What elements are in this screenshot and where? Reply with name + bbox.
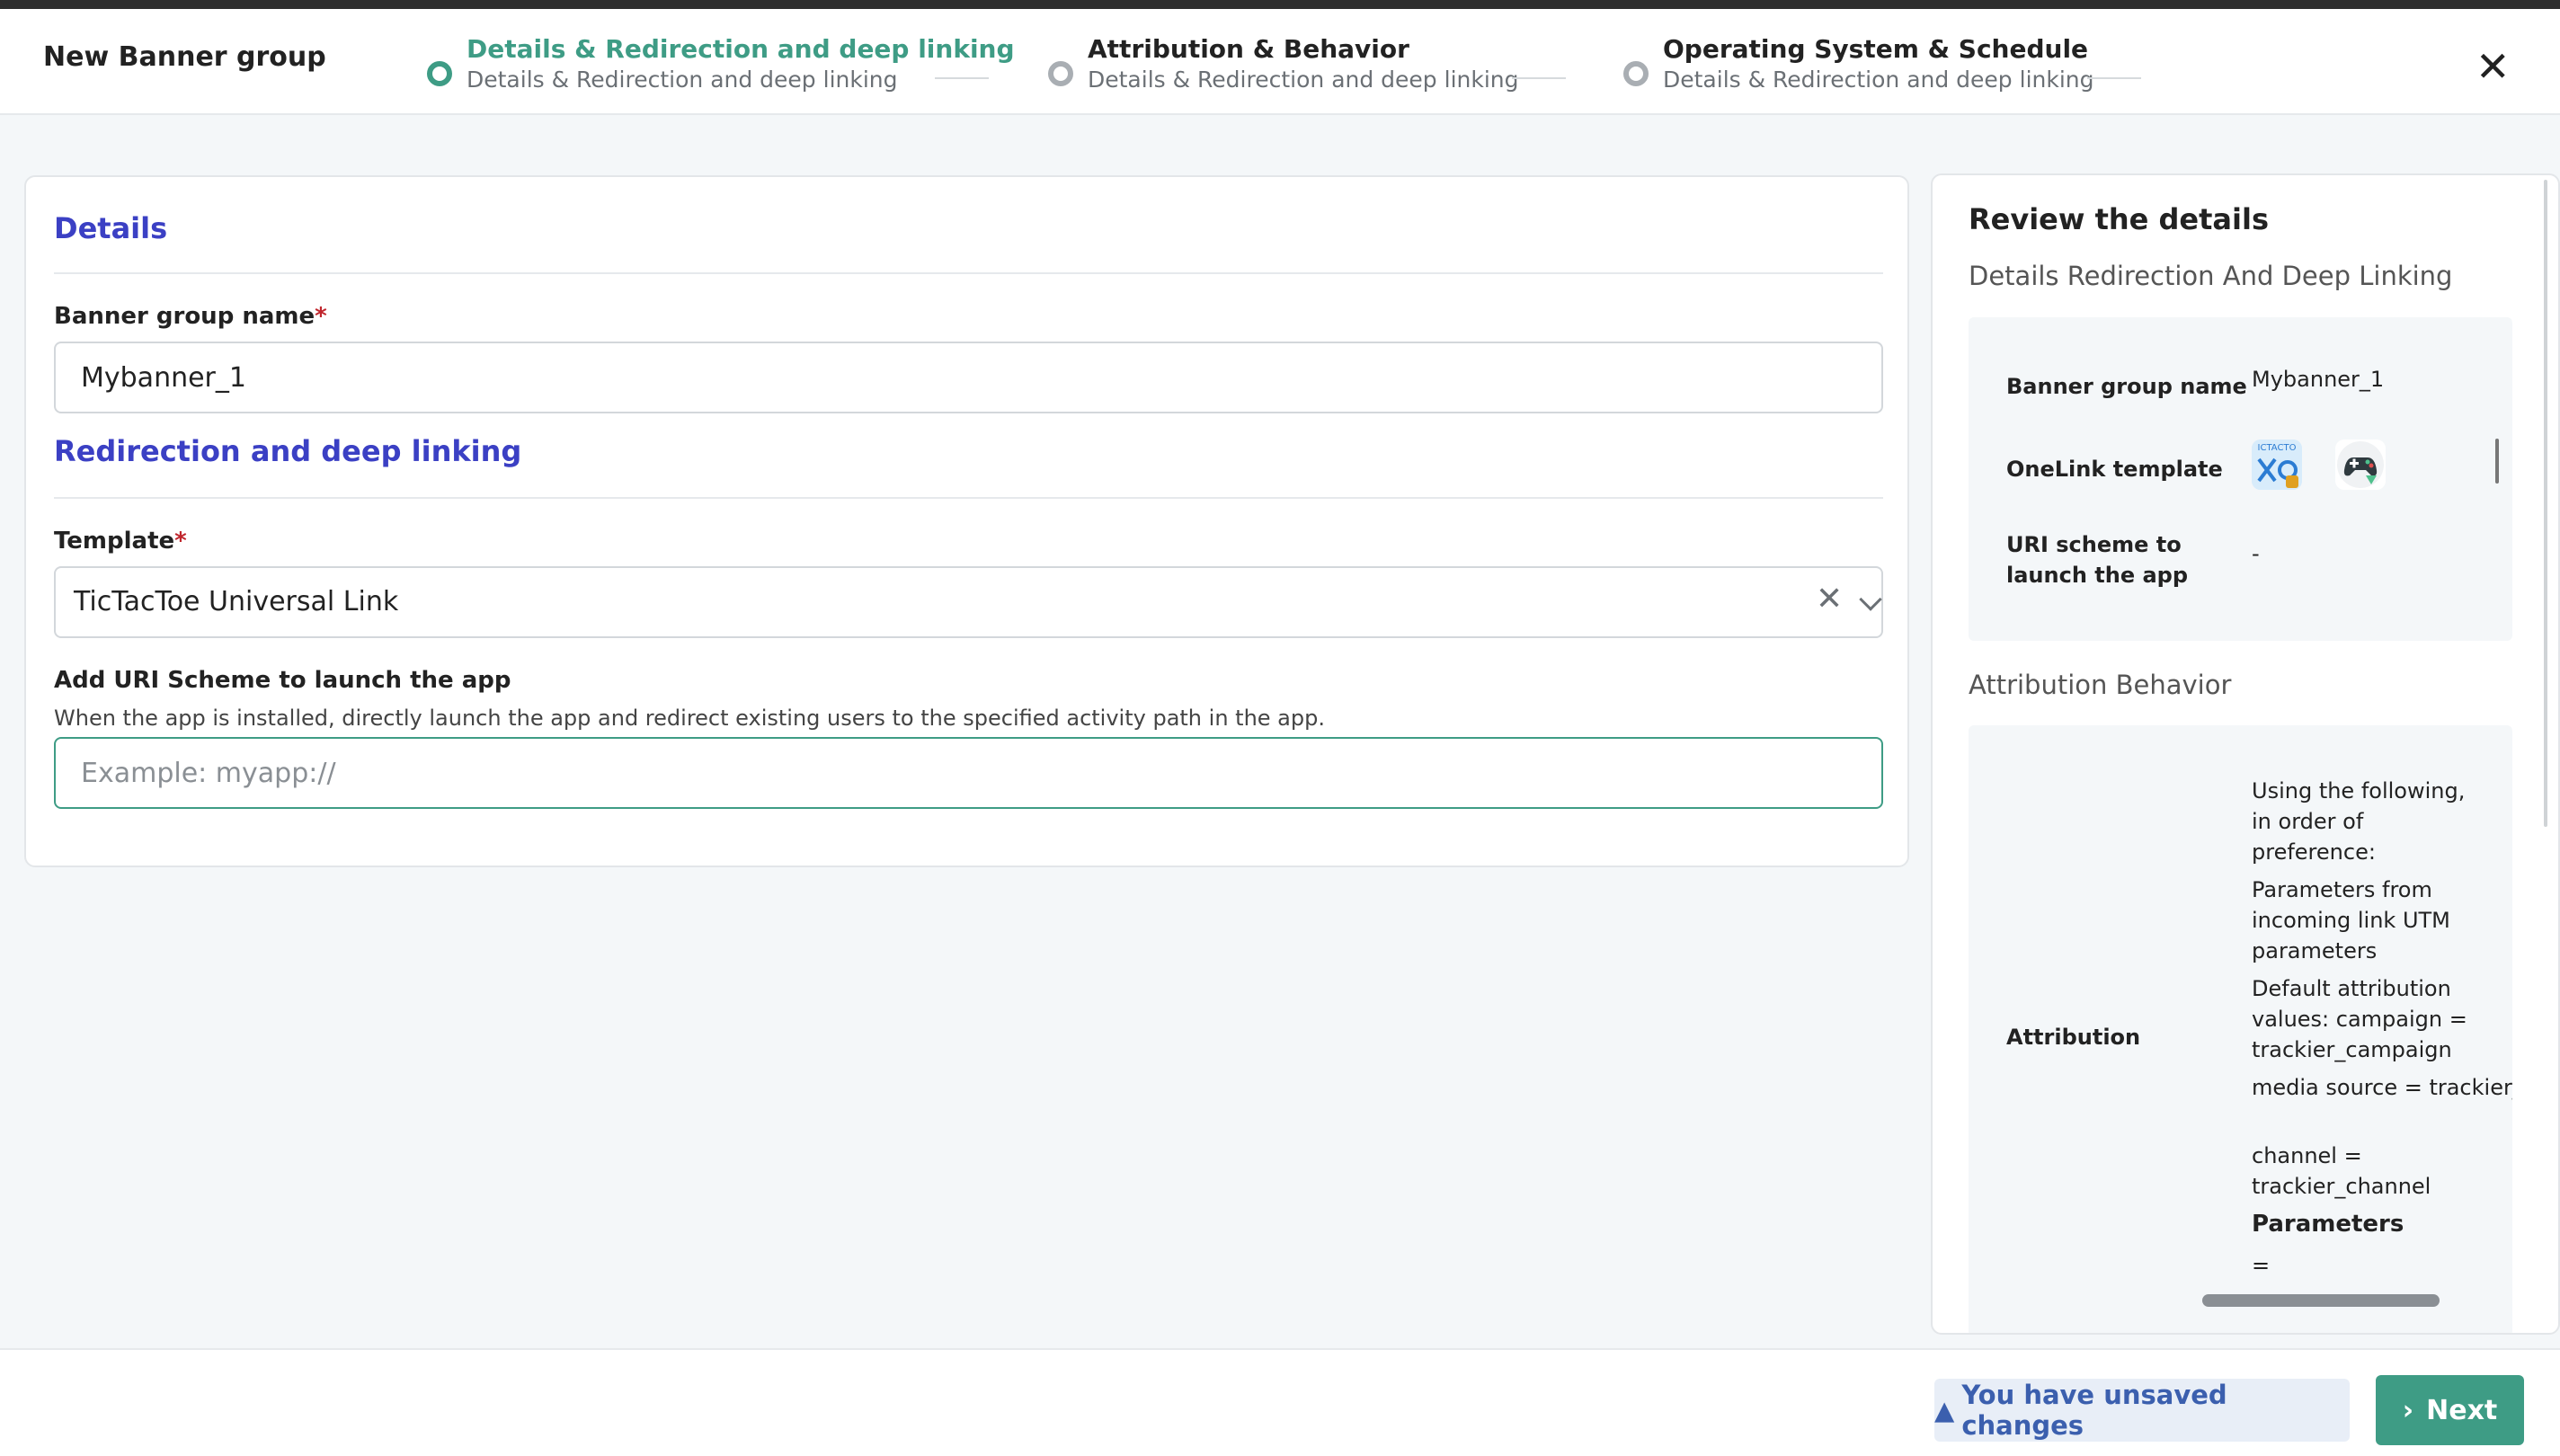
- attribution-line: Using the following, in order of prefere…: [2252, 778, 2466, 865]
- page-title: New Banner group: [43, 41, 326, 73]
- attribution-line: channel = trackier_channel: [2252, 1143, 2431, 1199]
- review-value-uri-scheme: -: [2252, 541, 2260, 566]
- review-details-box: Banner group name Mybanner_1 OneLink tem…: [1969, 317, 2512, 641]
- banner-name-label: Banner group name*: [54, 303, 327, 330]
- required-mark: *: [315, 303, 327, 330]
- step-subtitle: Details & Redirection and deep linking: [1663, 67, 2094, 93]
- close-icon[interactable]: ✕: [2476, 46, 2511, 87]
- step-title: Operating System & Schedule: [1663, 34, 2089, 64]
- step-title: Attribution & Behavior: [1088, 34, 1409, 64]
- parameters-label: Parameters: [2252, 1211, 2404, 1238]
- review-label-attribution: Attribution: [2006, 1025, 2141, 1050]
- review-section-attribution: Attribution Behavior: [1969, 670, 2232, 700]
- step-pending-icon: [1048, 61, 1073, 86]
- required-mark: *: [174, 528, 187, 555]
- redirection-section-title: Redirection and deep linking: [54, 434, 522, 468]
- review-label-onelink-template: OneLink template: [2006, 457, 2223, 482]
- template-select[interactable]: TicTacToe Universal Link ✕: [54, 566, 1883, 638]
- review-title: Review the details: [1969, 202, 2269, 236]
- details-section-title: Details: [54, 211, 168, 245]
- uri-scheme-label: Add URI Scheme to launch the app: [54, 667, 511, 694]
- review-box-scrollbar[interactable]: [2495, 439, 2499, 484]
- top-bar: [0, 0, 2560, 9]
- header: New Banner group Details & Redirection a…: [0, 9, 2560, 115]
- divider: [54, 497, 1883, 499]
- uri-scheme-help: When the app is installed, directly laun…: [54, 706, 1325, 731]
- review-panel-scrollbar[interactable]: [2544, 180, 2547, 827]
- warning-icon: ▲: [1934, 1395, 1955, 1425]
- app-icon-text: ICTACTO: [2258, 443, 2297, 453]
- step-connector: [2087, 77, 2141, 79]
- banner-name-input[interactable]: [54, 342, 1883, 413]
- tictactoe-app-icon: ICTACTO: [2252, 439, 2302, 490]
- review-label-banner-name: Banner group name: [2006, 374, 2247, 399]
- chevron-right-icon: ›: [2402, 1394, 2414, 1426]
- gamepad-app-icon: [2335, 439, 2386, 490]
- divider: [54, 272, 1883, 274]
- attribution-line: Default attribution values: campaign = t…: [2252, 976, 2467, 1062]
- chevron-down-icon[interactable]: [1859, 588, 1882, 611]
- footer: ▲ You have unsaved changes › Next: [0, 1348, 2560, 1456]
- step-connector: [935, 77, 989, 79]
- attribution-line: Parameters from incoming link UTM parame…: [2252, 877, 2450, 963]
- uri-scheme-input[interactable]: [54, 737, 1883, 809]
- review-horizontal-scrollbar[interactable]: [2202, 1294, 2440, 1307]
- form-card: Details Banner group name* Redirection a…: [24, 175, 1909, 867]
- template-label-text: Template: [54, 528, 175, 555]
- template-label: Template*: [54, 528, 187, 555]
- unsaved-changes-badge: ▲ You have unsaved changes: [1934, 1379, 2350, 1442]
- attribution-line: media source = trackier_media_source: [2252, 1075, 2512, 1100]
- review-section-details: Details Redirection And Deep Linking: [1969, 261, 2453, 291]
- step-pending-icon: [1623, 61, 1649, 86]
- clear-icon[interactable]: ✕: [1816, 581, 1843, 617]
- template-selected-value: TicTacToe Universal Link: [74, 586, 399, 617]
- step-active-icon: [427, 61, 452, 86]
- parameters-value: =: [2252, 1253, 2271, 1278]
- review-attribution-box: Attribution Using the following, in orde…: [1969, 725, 2512, 1333]
- review-label-uri-scheme: URI scheme to launch the app: [2006, 532, 2189, 588]
- step-title: Details & Redirection and deep linking: [467, 34, 1015, 64]
- review-panel: Review the details Details Redirection A…: [1931, 173, 2560, 1335]
- banner-name-label-text: Banner group name: [54, 303, 316, 330]
- step-subtitle: Details & Redirection and deep linking: [1088, 67, 1519, 93]
- next-button[interactable]: › Next: [2376, 1375, 2524, 1445]
- review-value-banner-name: Mybanner_1: [2252, 367, 2385, 392]
- step-connector: [1512, 77, 1566, 79]
- next-button-label: Next: [2426, 1394, 2498, 1426]
- unsaved-changes-text: You have unsaved changes: [1961, 1380, 2227, 1441]
- step-subtitle: Details & Redirection and deep linking: [467, 67, 898, 93]
